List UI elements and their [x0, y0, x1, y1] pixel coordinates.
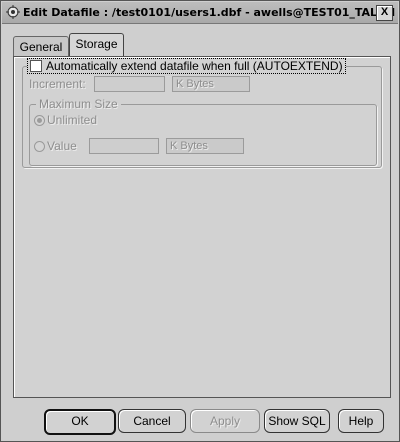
max-size-value-field[interactable]: [89, 138, 159, 154]
autoextend-checkbox[interactable]: [30, 60, 42, 72]
tab-storage[interactable]: Storage: [69, 33, 124, 56]
close-icon: X: [380, 6, 389, 18]
maximum-size-legend: Maximum Size: [36, 97, 121, 111]
ok-button[interactable]: OK: [44, 409, 116, 435]
increment-unit-select[interactable]: K Bytes: [172, 76, 250, 92]
unlimited-label: Unlimited: [47, 113, 98, 127]
tab-storage-label: Storage: [75, 37, 118, 51]
autoextend-label: Automatically extend datafile when full …: [46, 59, 343, 73]
increment-field[interactable]: [94, 76, 165, 92]
max-size-unit-select[interactable]: K Bytes: [166, 138, 244, 154]
autoextend-group: Automatically extend datafile when full …: [22, 58, 382, 168]
increment-label: Increment:: [29, 77, 86, 91]
unlimited-radio[interactable]: [34, 115, 45, 126]
ok-button-label: OK: [71, 414, 89, 428]
help-button-label: Help: [348, 414, 374, 428]
apply-button[interactable]: Apply: [190, 409, 260, 433]
storage-panel: Automatically extend datafile when full …: [13, 56, 391, 398]
autoextend-checkbox-row[interactable]: Automatically extend datafile when full …: [27, 58, 346, 74]
maximum-size-group: Maximum Size Unlimited Value K Bytes: [29, 97, 377, 166]
cancel-button-label: Cancel: [133, 414, 171, 428]
cancel-button[interactable]: Cancel: [118, 409, 186, 433]
close-button[interactable]: X: [376, 5, 393, 21]
show-sql-button-label: Show SQL: [268, 414, 326, 428]
value-label: Value: [47, 139, 77, 153]
edit-datafile-dialog: Edit Datafile : /test0101/users1.dbf - a…: [0, 0, 400, 442]
tab-general[interactable]: General: [13, 36, 69, 57]
apply-button-label: Apply: [209, 414, 241, 428]
app-icon: [6, 5, 20, 19]
value-radio[interactable]: [34, 141, 45, 152]
window-title: Edit Datafile : /test0101/users1.dbf - a…: [23, 6, 396, 19]
show-sql-button[interactable]: Show SQL: [264, 409, 330, 433]
tab-general-label: General: [19, 40, 63, 54]
help-button[interactable]: Help: [338, 409, 384, 433]
title-bar[interactable]: Edit Datafile : /test0101/users1.dbf - a…: [2, 2, 398, 24]
